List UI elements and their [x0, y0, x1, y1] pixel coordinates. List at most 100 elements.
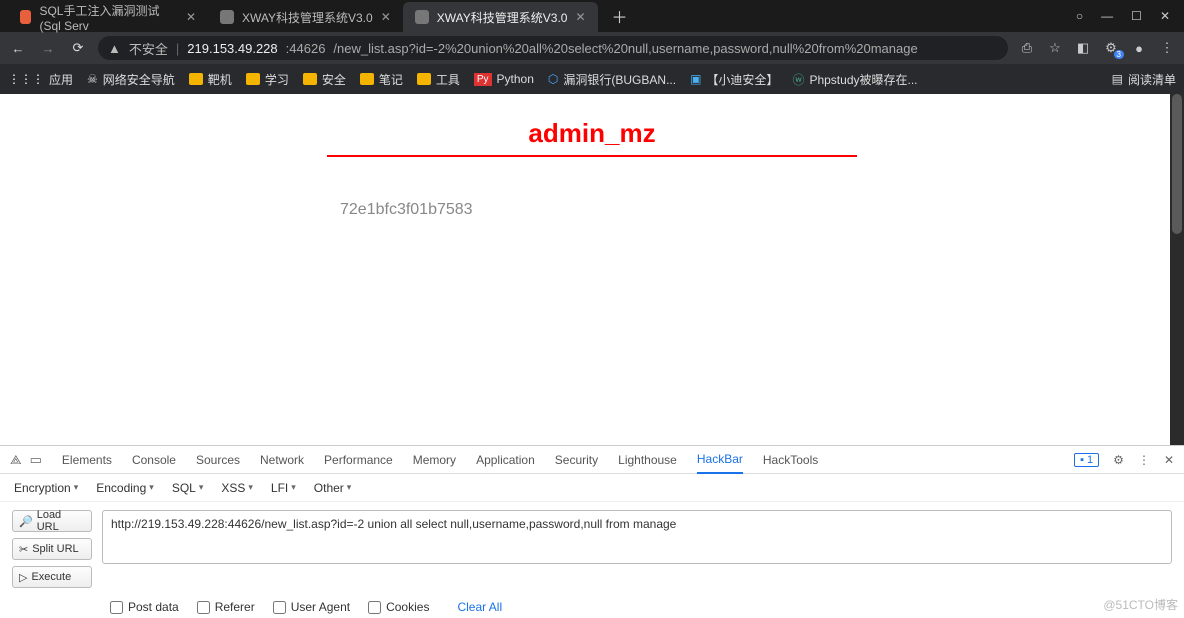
folder-icon: [417, 73, 431, 85]
devtools-tab-hacktools[interactable]: HackTools: [763, 453, 818, 467]
sql-menu[interactable]: SQL▾: [172, 481, 204, 495]
play-icon: ▷: [19, 571, 27, 584]
devtools-tab-memory[interactable]: Memory: [413, 453, 456, 467]
referer-checkbox[interactable]: Referer: [197, 600, 255, 614]
window-controls: ○ — ☐ ✕: [1062, 0, 1184, 32]
devtools-panel: ⟁ ▭ Elements Console Sources Network Per…: [0, 445, 1184, 615]
bug-icon: ⬡: [548, 72, 558, 86]
reading-list-button[interactable]: ▤阅读清单: [1112, 71, 1176, 88]
bookmark-folder[interactable]: 靶机: [189, 71, 232, 88]
tab-favicon: [20, 10, 31, 24]
devtools-tab-performance[interactable]: Performance: [324, 453, 393, 467]
devtools-tab-network[interactable]: Network: [260, 453, 304, 467]
lfi-menu[interactable]: LFI▾: [271, 481, 296, 495]
translate-icon[interactable]: ⎙: [1018, 39, 1036, 57]
other-menu[interactable]: Other▾: [314, 481, 352, 495]
close-icon[interactable]: ✕: [381, 10, 391, 24]
url-host: 219.153.49.228: [187, 41, 277, 56]
devtools-tab-elements[interactable]: Elements: [62, 453, 112, 467]
minimize-button[interactable]: —: [1101, 9, 1113, 23]
address-bar[interactable]: ▲ 不安全 | 219.153.49.228:44626/new_list.as…: [98, 36, 1008, 60]
reload-button[interactable]: ⟳: [68, 40, 88, 56]
devtools-tab-console[interactable]: Console: [132, 453, 176, 467]
devtools-tab-hackbar[interactable]: HackBar: [697, 452, 743, 474]
badge: 3: [1114, 50, 1124, 59]
bookmark-folder[interactable]: 学习: [246, 71, 289, 88]
tab-strip: SQL手工注入漏洞测试(Sql Serv ✕ XWAY科技管理系统V3.0 ✕ …: [0, 0, 1062, 32]
tab-1[interactable]: XWAY科技管理系统V3.0 ✕: [208, 2, 403, 32]
useragent-checkbox[interactable]: User Agent: [273, 600, 350, 614]
new-tab-button[interactable]: ＋: [606, 2, 634, 30]
devtools-tab-security[interactable]: Security: [555, 453, 598, 467]
url-input[interactable]: [102, 510, 1172, 564]
back-button[interactable]: ←: [8, 41, 28, 56]
load-url-button[interactable]: 🔎Load URL: [12, 510, 92, 532]
encoding-menu[interactable]: Encoding▾: [96, 481, 154, 495]
bookmark-folder[interactable]: 安全: [303, 71, 346, 88]
page-heading: admin_mz: [0, 118, 1184, 149]
load-icon: 🔎: [19, 515, 33, 528]
encryption-menu[interactable]: Encryption▾: [14, 481, 78, 495]
bookmark-item[interactable]: ▣【小迪安全】: [690, 71, 778, 88]
bilibili-icon: ▣: [690, 72, 701, 86]
tab-label: XWAY科技管理系统V3.0: [437, 9, 568, 26]
forward-button[interactable]: →: [38, 41, 58, 56]
star-icon[interactable]: ☆: [1046, 39, 1064, 57]
close-icon[interactable]: ✕: [186, 10, 196, 24]
devtools-tab-lighthouse[interactable]: Lighthouse: [618, 453, 677, 467]
page-content: admin_mz 72e1bfc3f01b7583: [0, 94, 1184, 445]
folder-icon: [189, 73, 203, 85]
tab-label: XWAY科技管理系统V3.0: [242, 9, 373, 26]
vertical-scrollbar[interactable]: [1170, 94, 1184, 445]
close-window-button[interactable]: ✕: [1160, 9, 1170, 23]
hash-text: 72e1bfc3f01b7583: [340, 201, 1184, 219]
tab-2[interactable]: XWAY科技管理系统V3.0 ✕: [403, 2, 598, 32]
xss-menu[interactable]: XSS▾: [221, 481, 253, 495]
bookmark-item[interactable]: ⓦPhpstudy被曝存在...: [792, 71, 917, 88]
red-underline: [327, 155, 857, 157]
bookmark-item[interactable]: PyPython: [474, 72, 534, 86]
extension-icon[interactable]: ◧: [1074, 39, 1092, 57]
list-icon: ▤: [1112, 72, 1123, 86]
bookmark-item[interactable]: ☠网络安全导航: [87, 71, 175, 88]
close-icon[interactable]: ✕: [575, 10, 585, 24]
device-icon[interactable]: ▭: [30, 452, 42, 468]
skull-icon: ☠: [87, 72, 98, 86]
gear-icon[interactable]: ⚙: [1113, 453, 1124, 467]
bookmark-item[interactable]: ⬡漏洞银行(BUGBAN...: [548, 71, 676, 88]
tab-label: SQL手工注入漏洞测试(Sql Serv: [39, 2, 177, 33]
postdata-checkbox[interactable]: Post data: [110, 600, 179, 614]
bookmark-folder[interactable]: 笔记: [360, 71, 403, 88]
hackbar-menus: Encryption▾ Encoding▾ SQL▾ XSS▾ LFI▾ Oth…: [0, 474, 1184, 502]
puzzle-icon[interactable]: ⚙3: [1102, 39, 1120, 57]
url-path: /new_list.asp?id=-2%20union%20all%20sele…: [333, 41, 917, 56]
bookmark-folder[interactable]: 工具: [417, 71, 460, 88]
close-devtools-icon[interactable]: ✕: [1164, 453, 1174, 467]
url-port: :44626: [286, 41, 326, 56]
clear-all-link[interactable]: Clear All: [457, 600, 502, 614]
more-icon[interactable]: ⋮: [1138, 453, 1150, 467]
maximize-button[interactable]: ☐: [1131, 9, 1142, 23]
insecure-label: 不安全: [129, 39, 168, 58]
menu-icon[interactable]: ⋮: [1158, 39, 1176, 57]
split-url-button[interactable]: ✂Split URL: [12, 538, 92, 560]
message-count[interactable]: ▪1: [1074, 453, 1099, 467]
inspect-icon[interactable]: ⟁: [10, 452, 22, 468]
cookies-checkbox[interactable]: Cookies: [368, 600, 429, 614]
devtools-tab-application[interactable]: Application: [476, 453, 535, 467]
warning-icon: ▲: [108, 41, 121, 56]
hackbar-main: 🔎Load URL ✂Split URL ▷Execute: [0, 502, 1184, 596]
folder-icon: [246, 73, 260, 85]
apps-button[interactable]: ⋮⋮⋮应用: [8, 71, 73, 88]
scrollbar-thumb[interactable]: [1172, 94, 1182, 234]
devtools-tab-sources[interactable]: Sources: [196, 453, 240, 467]
scissors-icon: ✂: [19, 543, 28, 556]
execute-button[interactable]: ▷Execute: [12, 566, 92, 588]
folder-icon: [360, 73, 374, 85]
record-icon[interactable]: ○: [1076, 9, 1083, 23]
devtools-tabs: ⟁ ▭ Elements Console Sources Network Per…: [0, 446, 1184, 474]
tab-0[interactable]: SQL手工注入漏洞测试(Sql Serv ✕: [8, 2, 208, 32]
folder-icon: [303, 73, 317, 85]
avatar-icon[interactable]: ●: [1130, 39, 1148, 57]
bookmarks-bar: ⋮⋮⋮应用 ☠网络安全导航 靶机 学习 安全 笔记 工具 PyPython ⬡漏…: [0, 64, 1184, 94]
